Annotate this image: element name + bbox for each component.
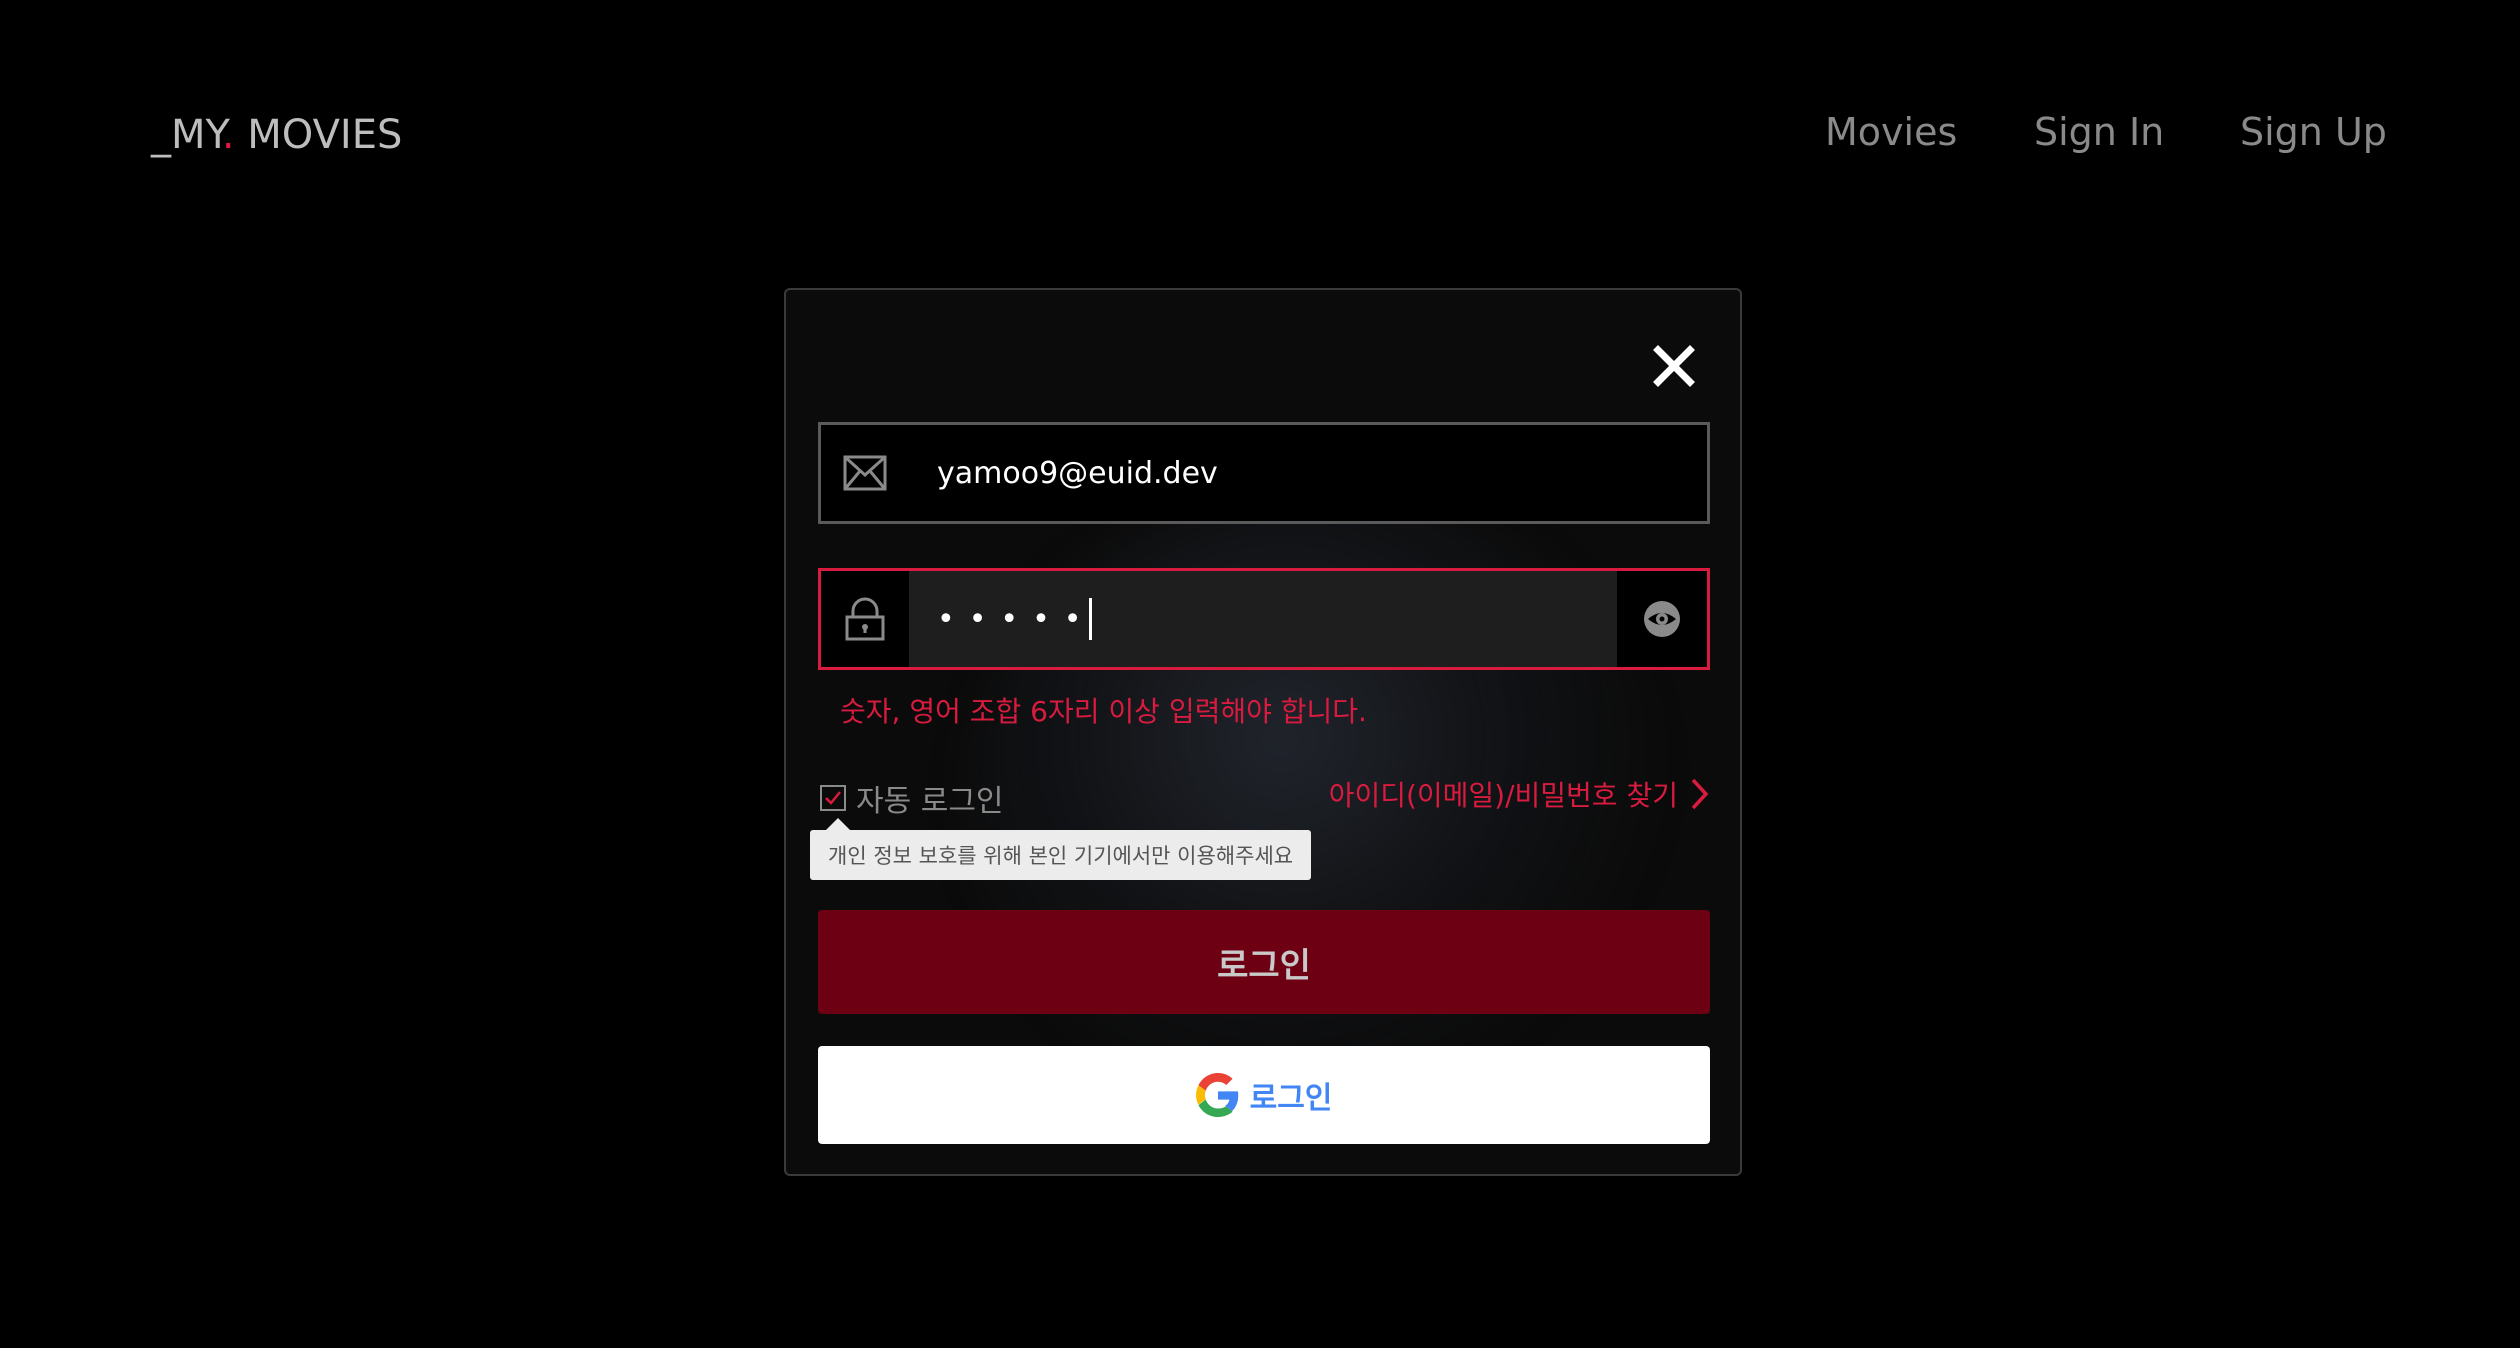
envelope-icon [843, 455, 887, 491]
password-error-message: 숫자, 영어 조합 6자리 이상 입력해야 합니다. [840, 695, 1367, 728]
google-login-button[interactable]: 로그인 [818, 1046, 1710, 1144]
main-nav: Movies Sign In Sign Up [0, 110, 2520, 170]
password-visibility-toggle[interactable] [1617, 571, 1707, 667]
find-account-label: 아이디(이메일)/비밀번호 찾기 [1328, 779, 1678, 812]
google-login-label: 로그인 [1249, 1081, 1333, 1116]
page: _MY. MOVIES Movies Sign In Sign Up yamoo… [0, 0, 2520, 1348]
google-logo-icon [1195, 1073, 1238, 1117]
checkmark-icon [825, 791, 841, 805]
auto-login-checkbox[interactable] [820, 785, 846, 811]
password-masked-value: ••••• [937, 601, 1096, 637]
close-button[interactable] [1646, 338, 1702, 394]
password-icon-cell [821, 571, 909, 667]
password-input[interactable]: ••••• [909, 571, 1617, 667]
nav-movies[interactable]: Movies [1825, 110, 1957, 154]
email-input[interactable]: yamoo9@euid.dev [909, 425, 1707, 521]
chevron-right-icon [1691, 778, 1709, 810]
text-caret [1089, 598, 1093, 640]
nav-sign-up[interactable]: Sign Up [2240, 110, 2387, 154]
login-modal: yamoo9@euid.dev ••••• 숫자, 영어 조합 6자리 이상 입… [784, 288, 1742, 1176]
auto-login-tooltip: 개인 정보 보호를 위해 본인 기기에서만 이용해주세요 [810, 818, 1312, 880]
login-button[interactable]: 로그인 [818, 910, 1710, 1014]
auto-login-label: 자동 로그인 [856, 784, 1004, 819]
password-field[interactable]: ••••• [818, 568, 1710, 670]
lock-icon [845, 597, 885, 641]
eye-icon [1644, 601, 1680, 637]
auto-login-option[interactable]: 자동 로그인 [820, 776, 1004, 820]
find-account-link[interactable]: 아이디(이메일)/비밀번호 찾기 [1329, 774, 1710, 814]
email-field[interactable]: yamoo9@euid.dev [818, 422, 1710, 524]
close-icon [1653, 345, 1695, 387]
nav-sign-in[interactable]: Sign In [2034, 110, 2164, 154]
email-icon-cell [821, 425, 909, 521]
